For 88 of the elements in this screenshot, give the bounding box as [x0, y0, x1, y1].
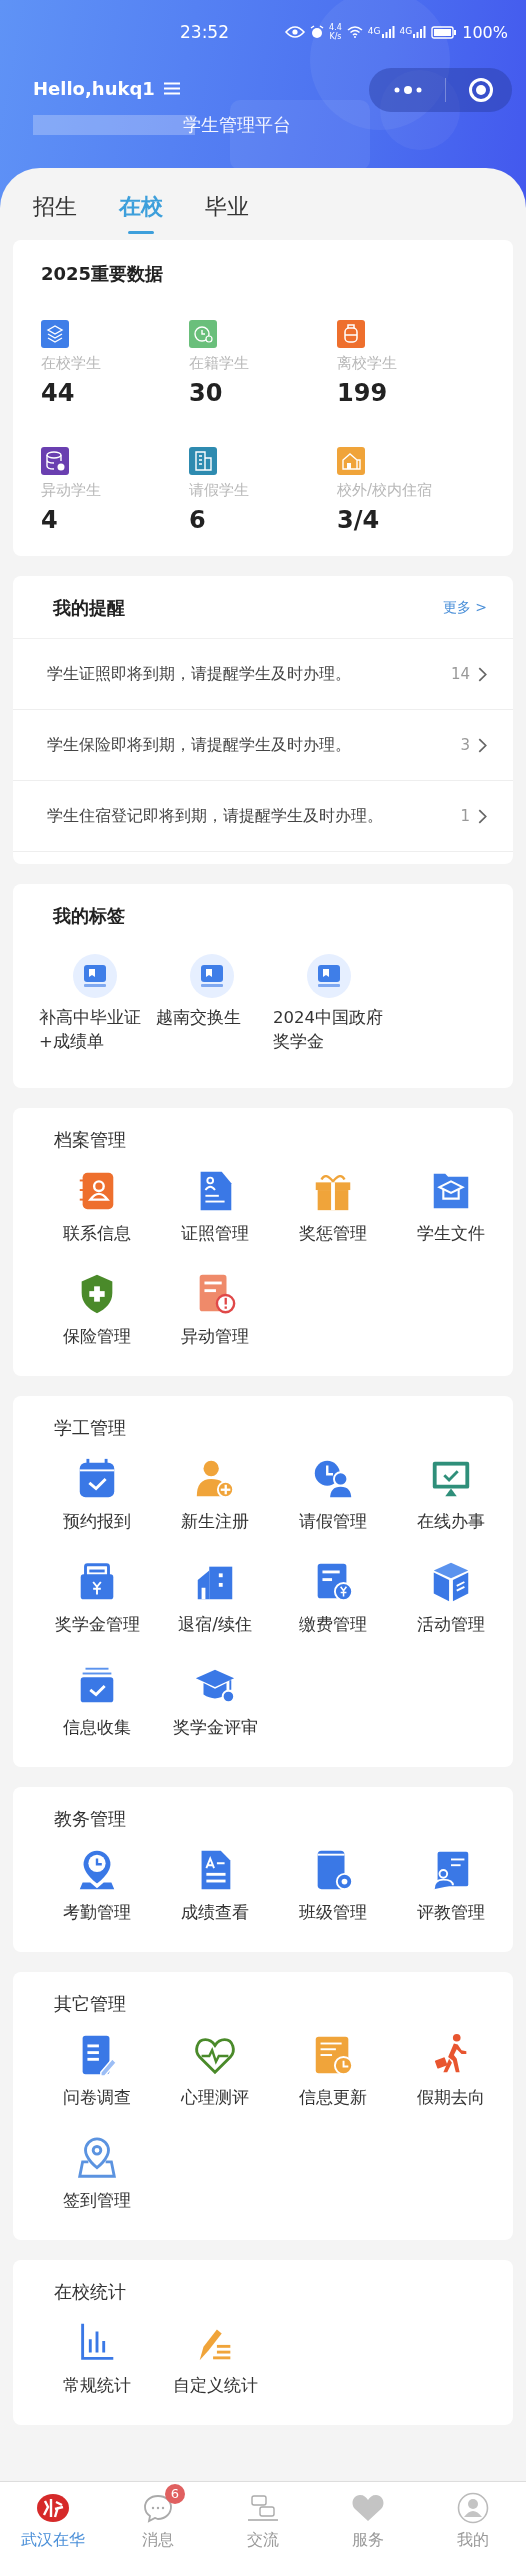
stat-value: 30 — [189, 379, 223, 407]
menu-item-label[interactable]: 在线办事 — [417, 1510, 485, 1533]
database-icon — [41, 447, 69, 475]
tab[interactable]: 毕业 — [205, 186, 249, 234]
menu-item-label[interactable]: 评教管理 — [417, 1901, 485, 1924]
battery-level: 100% — [462, 22, 508, 42]
eye-icon — [285, 26, 306, 38]
tag-label[interactable]: 补高中毕业证+成绩单 — [39, 1006, 151, 1054]
section-title: 其它管理 — [54, 1992, 127, 2016]
chevron-right-icon — [478, 666, 487, 682]
menu-item-label[interactable]: 证照管理 — [181, 1222, 249, 1245]
stat-label: 校外/校内住宿 — [337, 481, 433, 500]
menu-item-label[interactable]: 成绩查看 — [181, 1901, 249, 1924]
reminder-item[interactable]: 学生住宿登记即将到期，请提醒学生及时办理。 1 — [13, 781, 513, 852]
menu-icon[interactable] — [163, 82, 180, 95]
stat-label: 异动学生 — [41, 481, 101, 500]
stat-value: 44 — [41, 379, 75, 407]
alarm-icon — [310, 25, 325, 39]
section-title: 档案管理 — [54, 1128, 127, 1152]
book-icon[interactable] — [307, 954, 351, 998]
menu-item-label[interactable]: 问卷调查 — [63, 2086, 131, 2109]
reminder-item[interactable]: 学生保险即将到期，请提醒学生及时办理。 3 — [13, 710, 513, 781]
section-title: 教务管理 — [54, 1807, 127, 1831]
menu-item-label[interactable]: 考勤管理 — [63, 1901, 131, 1924]
wifi-icon — [346, 26, 363, 38]
menu-item-label[interactable]: 预约报到 — [63, 1510, 131, 1533]
greeting: Hello,hukq1 — [33, 78, 155, 99]
menu-item-label[interactable]: 班级管理 — [299, 1901, 367, 1924]
menu-item-label[interactable]: 退宿/续住 — [178, 1613, 252, 1636]
section-title: 学工管理 — [54, 1416, 127, 1440]
stat-value: 6 — [189, 506, 206, 534]
backpack-icon — [337, 320, 365, 348]
battery-icon — [431, 25, 458, 39]
layers-icon — [41, 320, 69, 348]
menu-item-label[interactable]: 学生文件 — [417, 1222, 485, 1245]
signal-icon — [412, 26, 427, 38]
house-icon — [337, 447, 365, 475]
stat-value: 4 — [41, 506, 58, 534]
status-time: 23:52 — [180, 22, 229, 42]
menu-item-label[interactable]: 信息收集 — [63, 1716, 131, 1739]
menu-item-label[interactable]: 新生注册 — [181, 1510, 249, 1533]
stat-label: 在校学生 — [41, 354, 101, 373]
book-icon[interactable] — [190, 954, 234, 998]
tag-label[interactable]: 越南交换生 — [156, 1006, 268, 1030]
network-type: 4G — [367, 26, 381, 36]
more-icon[interactable] — [393, 85, 423, 95]
document-icon — [189, 447, 217, 475]
menu-item-label[interactable]: 活动管理 — [417, 1613, 485, 1636]
unread-badge: 6 — [164, 2483, 185, 2504]
chevron-right-icon — [478, 808, 487, 824]
stat-label: 在籍学生 — [189, 354, 249, 373]
chat-bubble-icon[interactable] — [142, 2492, 173, 2523]
card-title: 我的提醒 — [53, 596, 125, 620]
menu-item-label[interactable]: 奖学金管理 — [54, 1613, 140, 1636]
menu-item-label[interactable]: 假期去向 — [417, 2086, 485, 2109]
stat-label: 离校学生 — [337, 354, 397, 373]
menu-item-label[interactable]: 奖学金评审 — [172, 1716, 258, 1739]
network-type: 4G — [399, 26, 413, 36]
close-icon[interactable] — [468, 77, 494, 103]
tag-label[interactable]: 2024中国政府奖学金 — [273, 1006, 385, 1054]
menu-item-label[interactable]: 心理测评 — [181, 2086, 249, 2109]
menu-item-label[interactable]: 自定义统计 — [172, 2374, 258, 2397]
section-title: 在校统计 — [54, 2280, 127, 2304]
nav-tab[interactable]: 武汉在华 — [20, 2529, 85, 2551]
more-link[interactable]: 更多 > — [442, 599, 487, 617]
book-icon[interactable] — [73, 954, 117, 998]
menu-item-label[interactable]: 请假管理 — [299, 1510, 367, 1533]
chevron-right-icon — [478, 737, 487, 753]
menu-item-label[interactable]: 异动管理 — [181, 1325, 249, 1348]
menu-item-label[interactable]: 联系信息 — [63, 1222, 131, 1245]
clock-icon — [189, 320, 217, 348]
card-title: 2025重要数据 — [41, 262, 165, 286]
menu-item-label[interactable]: 信息更新 — [299, 2086, 367, 2109]
menu-item-label[interactable]: 签到管理 — [63, 2189, 131, 2212]
stat-value: 3/4 — [337, 506, 380, 534]
menu-item-label[interactable]: 保险管理 — [63, 1325, 131, 1348]
menu-item-label[interactable]: 常规统计 — [63, 2374, 131, 2397]
signal-icon — [380, 26, 395, 38]
network-speed: 4.4 K/s — [329, 23, 342, 41]
reminder-item[interactable]: 学生证照即将到期，请提醒学生及时办理。 14 — [13, 639, 513, 710]
stat-value: 199 — [337, 379, 388, 407]
stat-label: 请假学生 — [189, 481, 249, 500]
card-title: 我的标签 — [53, 904, 126, 928]
logo-icon[interactable] — [35, 2492, 70, 2523]
platform-title: 学生管理平台 — [183, 113, 291, 137]
menu-item-label[interactable]: 奖惩管理 — [299, 1222, 367, 1245]
tab[interactable]: 招生 — [33, 186, 77, 234]
menu-item-label[interactable]: 缴费管理 — [299, 1613, 367, 1636]
